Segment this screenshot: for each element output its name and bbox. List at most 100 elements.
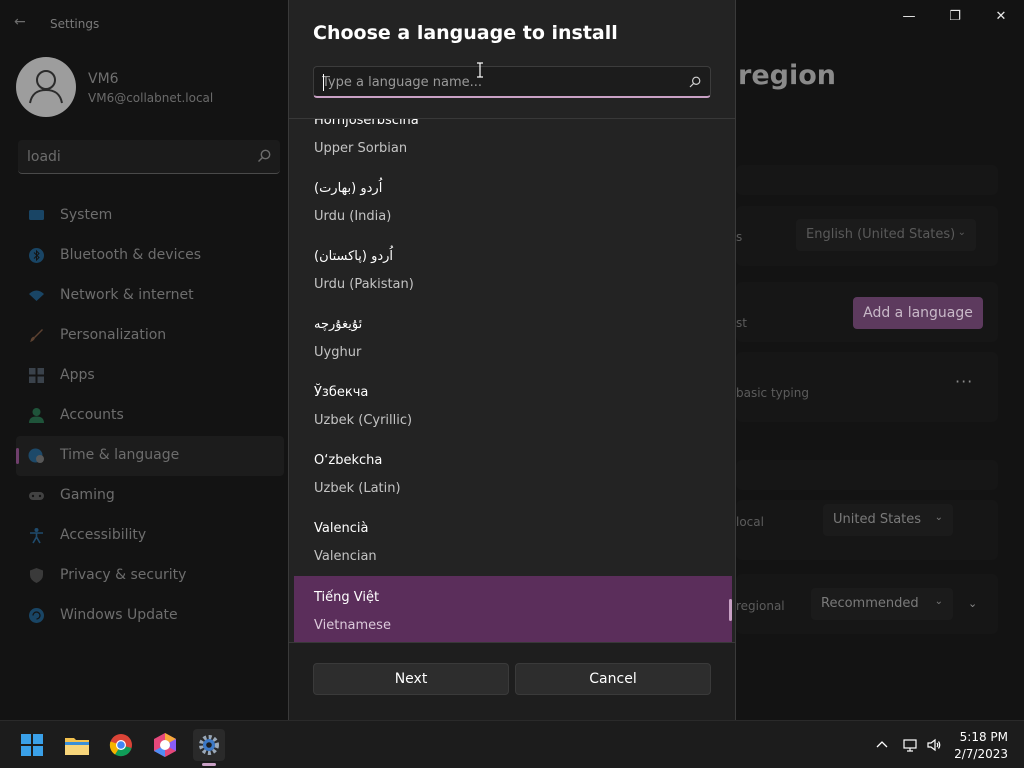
choose-language-dialog: Choose a language to install Tiếng Việt V… [288,0,736,720]
chevron-down-icon: ⌄ [934,512,943,523]
copilot-icon[interactable] [149,729,181,761]
sidebar-item-label: Personalization [60,327,167,343]
profile-name: VM6 [88,71,119,87]
language-list-item[interactable]: ئۇيغۇرچە Uyghur [294,303,732,371]
display-language-label: s [736,230,743,244]
minimize-button[interactable]: — [887,6,931,28]
brush-icon [30,329,43,342]
user-profile[interactable]: VM6 VM6@collabnet.local [16,57,276,119]
sidebar-item-label: Windows Update [60,607,178,623]
text-cursor-icon [477,62,483,78]
language-native-name: اُردو (بھارت) [314,181,383,196]
language-list-item[interactable]: اُردو (بھارت) Urdu (India) [294,167,732,235]
dialog-title: Choose a language to install [313,22,618,44]
maximize-button[interactable]: ❐ [933,6,977,28]
apps-icon [29,368,44,383]
network-icon [29,290,44,301]
language-search-input[interactable] [322,71,672,93]
volume-icon[interactable] [926,737,942,753]
regional-format-select[interactable]: Recommended ⌄ [811,588,953,620]
language-english-name: Uzbek (Latin) [314,481,401,496]
sidebar-item-privacy-security[interactable]: Privacy & security [16,556,284,596]
settings-search-box[interactable]: loadi [18,140,280,174]
sidebar-item-bluetooth-devices[interactable]: Bluetooth & devices [16,236,284,276]
language-english-name: Valencian [314,549,377,564]
language-english-name: Vietnamese [314,618,391,633]
country-region-label: local [736,515,764,529]
next-button[interactable]: Next [313,663,509,695]
sidebar-item-time-language[interactable]: Time & language [16,436,284,476]
language-list[interactable]: Tiếng Việt Vietnamese Valencià Valencian O‘z… [289,119,735,642]
sidebar-item-apps[interactable]: Apps [16,356,284,396]
sidebar-item-accessibility[interactable]: Accessibility [16,516,284,556]
sidebar-item-label: Time & language [60,447,180,463]
language-english-name: Urdu (India) [314,209,392,224]
chevron-up-icon[interactable] [874,737,890,753]
sidebar-item-label: System [60,207,113,223]
chrome-icon[interactable] [105,729,137,761]
file-explorer-icon[interactable] [61,729,93,761]
country-region-value: United States [833,512,922,527]
language-native-name: اُردو (پاکستان) [314,249,394,264]
update-icon [29,608,44,623]
language-native-name: Valencià [314,521,369,536]
language-native-name: O‘zbekcha [314,453,383,468]
sidebar-item-label: Accessibility [60,527,147,543]
preferred-languages-label: st [736,316,747,330]
language-english-name: Upper Sorbian [314,141,408,156]
regional-format-value: Recommended [821,596,919,611]
search-icon [689,76,701,88]
settings-search-value: loadi [27,149,61,165]
list-scrollbar[interactable] [729,599,732,621]
sidebar-item-personalization[interactable]: Personalization [16,316,284,356]
country-region-select[interactable]: United States ⌄ [823,504,953,536]
clock-time[interactable]: 5:18 PM [960,730,1008,744]
system-icon [29,210,44,220]
clock-date[interactable]: 2/7/2023 [954,747,1008,761]
avatar [16,57,76,117]
network-icon[interactable] [902,737,918,753]
language-english-name: Uzbek (Cyrillic) [314,413,413,428]
display-language-value: English (United States) [806,227,956,242]
language-list-item[interactable]: Tiếng Việt Vietnamese [294,576,732,642]
language-list-item[interactable]: O‘zbekcha Uzbek (Latin) [294,439,732,507]
sidebar-nav: System Bluetooth & devices Network & inter… [16,196,284,636]
language-native-name: Hornjoserbšćina [314,119,419,128]
sidebar-item-accounts[interactable]: Accounts [16,396,284,436]
bluetooth-icon [29,248,44,263]
dialog-footer: Next Cancel [289,642,735,720]
gamepad-icon [29,492,44,500]
chevron-down-icon: ⌄ [957,227,966,238]
back-arrow-icon[interactable]: ← [14,14,32,32]
accounts-icon [29,408,44,423]
sidebar-item-windows-update[interactable]: Windows Update [16,596,284,636]
active-app-indicator [202,763,216,766]
search-icon [258,149,271,162]
display-language-select[interactable]: English (United States) ⌄ [796,219,976,251]
cancel-button[interactable]: Cancel [515,663,711,695]
section-header-card [736,165,998,195]
close-button[interactable]: ✕ [979,6,1023,28]
text-caret [323,74,324,91]
region-header-card [736,460,998,490]
language-native-name: ئۇيغۇرچە [314,317,363,332]
language-native-name: Tiếng Việt [314,590,380,605]
add-a-language-button[interactable]: Add a language [853,297,983,329]
expand-chevron-icon[interactable]: ⌄ [968,597,977,610]
language-search-box[interactable] [313,66,711,98]
language-list-item[interactable]: Hornjoserbšćina Upper Sorbian [294,119,732,167]
start-icon[interactable] [16,729,48,761]
language-list-item[interactable]: Valencià Valencian [294,507,732,575]
regional-format-label: regional [736,599,785,613]
sidebar-item-system[interactable]: System [16,196,284,236]
page-title: region [738,60,836,91]
more-options-icon[interactable]: ··· [955,372,973,391]
sidebar-item-gaming[interactable]: Gaming [16,476,284,516]
language-list-item[interactable]: Ўзбекча Uzbek (Cyrillic) [294,371,732,439]
settings-icon[interactable] [193,729,225,761]
sidebar-item-network-internet[interactable]: Network & internet [16,276,284,316]
sidebar-item-label: Network & internet [60,287,194,303]
language-list-item[interactable]: اُردو (پاکستان) Urdu (Pakistan) [294,235,732,303]
sidebar-item-label: Bluetooth & devices [60,247,202,263]
chevron-down-icon: ⌄ [934,596,943,607]
